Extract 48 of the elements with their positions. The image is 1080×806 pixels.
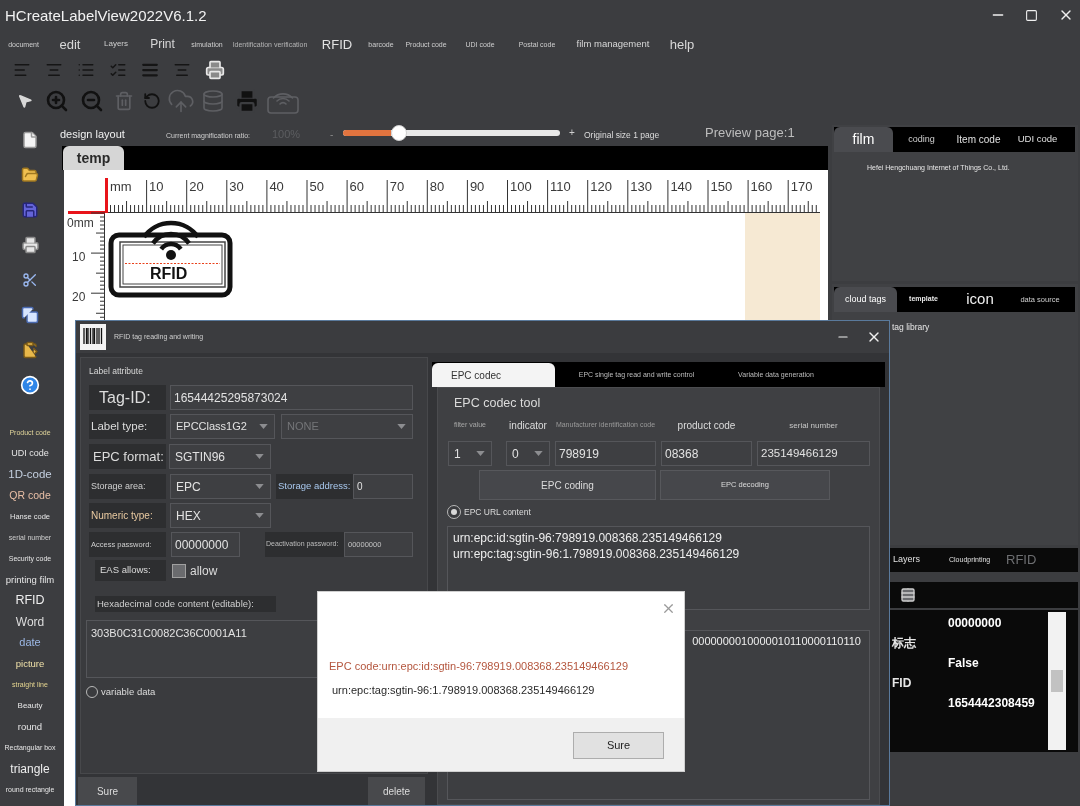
field-label: indicator (509, 419, 547, 433)
field-label: Numeric type: (89, 503, 166, 528)
ruler-number: 40 (269, 179, 284, 194)
ruler-number: 100 (510, 179, 532, 194)
field-label: Storage area: (89, 474, 166, 499)
property-value: 00000000 (948, 616, 1002, 630)
group-title: EPC codec tool (454, 394, 541, 412)
ruler-number: 150 (710, 179, 733, 194)
field-label: Storage address: (276, 474, 353, 499)
window-title: HCreateLabelView2022V6.1.2 (5, 7, 207, 23)
field-label: EAS allows: (95, 560, 166, 581)
ruler-number: 20 (72, 290, 86, 304)
property-value: 1654442308459 (948, 696, 1035, 710)
ruler-number: 10 (72, 250, 86, 264)
message-text: urn:epc:tag:sgtin-96:1.798919.008368.235149466129 (332, 684, 595, 696)
ruler-number: 50 (309, 179, 324, 194)
radio-label: EPC URL content (464, 505, 531, 519)
ruler-number: 70 (389, 179, 405, 194)
ruler-number: 30 (229, 179, 244, 194)
property-value: False (948, 656, 979, 670)
ruler-number: 140 (670, 179, 693, 194)
ruler-number: 20 (189, 179, 204, 194)
radio-label: variable data (101, 685, 156, 699)
ruler-number: 120 (590, 179, 612, 194)
ruler-number: 110 (550, 179, 571, 194)
field-label: Label type: (89, 414, 166, 439)
group-title: Label attribute (89, 364, 143, 378)
property-name: FID (892, 676, 912, 690)
field-label: Tag-ID: (89, 385, 166, 410)
ruler-number: 0mm (67, 216, 94, 230)
ruler-number: 90 (469, 179, 485, 194)
field-label: product code (677, 419, 736, 433)
ruler-number: 130 (630, 179, 652, 194)
section-title: design layout (60, 127, 125, 140)
property-name: 标志 (892, 636, 916, 650)
preview-page-label: Preview page:1 (705, 123, 795, 142)
checkbox-label: allow (190, 562, 218, 580)
ruler-number: 170 (790, 179, 813, 194)
label-text: RFID (150, 266, 188, 282)
field-label: serial number (789, 419, 838, 432)
ruler-unit: mm (110, 179, 132, 194)
page-size-label: Original size 1 page (584, 129, 660, 140)
ruler-number: 160 (750, 179, 773, 194)
ruler-number: 60 (349, 179, 365, 194)
ruler-number: 80 (429, 179, 445, 194)
field-label: EPC format: (89, 444, 166, 469)
ruler-number: 10 (149, 179, 164, 194)
field-label: Hexadecimal code content (editable): (95, 596, 276, 612)
